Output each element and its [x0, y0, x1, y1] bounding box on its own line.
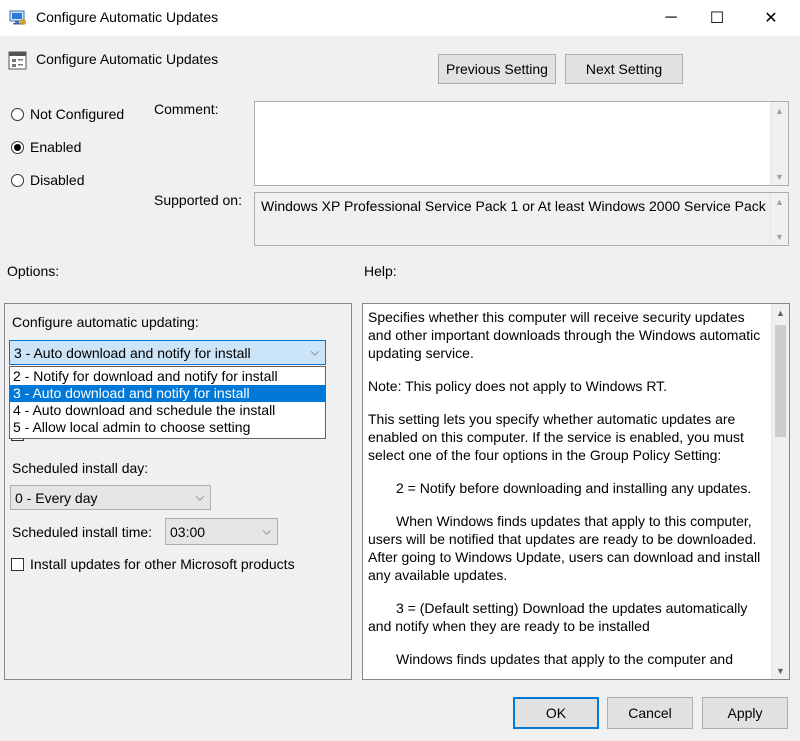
close-icon: ✕ [764, 10, 778, 27]
radio-label: Disabled [30, 172, 85, 188]
radio-not-configured[interactable]: Not Configured [11, 106, 124, 122]
help-paragraph: 3 = (Default setting) Download the updat… [368, 600, 748, 634]
help-paragraph: Specifies whether this computer will rec… [368, 309, 761, 361]
chevron-down-icon: ⌵ [262, 525, 271, 537]
radio-circle[interactable] [11, 107, 24, 121]
window-title: Configure Automatic Updates [36, 9, 219, 25]
scroll-down-icon[interactable]: ▼ [771, 168, 788, 185]
help-text: Specifies whether this computer will rec… [368, 308, 768, 679]
scroll-thumb[interactable] [775, 325, 786, 437]
options-label: Options: [7, 263, 60, 279]
comment-scrollbar[interactable]: ▲ ▼ [770, 102, 788, 185]
radio-circle[interactable] [11, 173, 24, 187]
help-label: Help: [364, 263, 397, 279]
help-scrollbar[interactable]: ▲ ▼ [771, 304, 789, 679]
maximize-icon: ☐ [709, 10, 725, 27]
scroll-down-icon[interactable]: ▼ [771, 228, 788, 245]
close-button[interactable]: ✕ [748, 0, 794, 36]
dropdown-option-selected[interactable]: 3 - Auto download and notify for install [10, 385, 325, 402]
ok-button[interactable]: OK [513, 697, 599, 729]
configure-updating-dropdown: 2 - Notify for download and notify for i… [9, 366, 326, 439]
next-setting-button[interactable]: Next Setting [565, 54, 683, 84]
dropdown-option[interactable]: 2 - Notify for download and notify for i… [10, 368, 325, 385]
minimize-icon: ─ [665, 9, 677, 26]
install-time-label: Scheduled install time: [12, 524, 153, 540]
chevron-down-icon: ⌵ [310, 346, 319, 358]
dropdown-option[interactable]: 5 - Allow local admin to choose setting [10, 419, 325, 436]
title-bar: Configure Automatic Updates ─ ☐ ✕ [0, 0, 800, 36]
maximize-button[interactable]: ☐ [694, 0, 740, 36]
supported-scrollbar[interactable]: ▲ ▼ [770, 193, 788, 245]
configure-updating-value: 3 - Auto download and notify for install [14, 344, 251, 361]
configure-updating-select[interactable]: 3 - Auto download and notify for install… [9, 340, 326, 365]
scroll-up-icon[interactable]: ▲ [772, 304, 789, 321]
comment-label: Comment: [154, 101, 219, 117]
help-paragraph: This setting lets you specify whether au… [368, 411, 744, 463]
install-day-value: 0 - Every day [15, 489, 98, 506]
install-time-value: 03:00 [170, 523, 206, 540]
chevron-down-icon: ⌵ [195, 491, 204, 503]
scroll-up-icon[interactable]: ▲ [771, 102, 788, 119]
help-paragraph: Note: This policy does not apply to Wind… [368, 378, 668, 394]
scroll-up-icon[interactable]: ▲ [771, 193, 788, 210]
help-panel: Specifies whether this computer will rec… [362, 303, 790, 680]
help-paragraph: When Windows finds updates that apply to… [368, 513, 761, 583]
radio-disabled[interactable]: Disabled [11, 172, 84, 188]
radio-circle-selected[interactable] [11, 140, 24, 154]
radio-enabled[interactable]: Enabled [11, 139, 81, 155]
supported-on-value: Windows XP Professional Service Pack 1 o… [261, 198, 778, 214]
help-paragraph: Windows finds updates that apply to the … [396, 651, 733, 667]
radio-label: Enabled [30, 139, 82, 155]
comment-field[interactable]: ▲ ▼ [254, 101, 789, 186]
previous-setting-button[interactable]: Previous Setting [438, 54, 556, 84]
policy-icon [8, 51, 28, 71]
other-products-option[interactable]: Install updates for other Microsoft prod… [11, 556, 295, 572]
cancel-button[interactable]: Cancel [607, 697, 693, 729]
supported-on-label: Supported on: [154, 192, 242, 208]
install-time-select[interactable]: 03:00 ⌵ [165, 518, 278, 545]
other-products-checkbox[interactable] [11, 557, 24, 571]
supported-on-field: Windows XP Professional Service Pack 1 o… [254, 192, 789, 246]
install-day-select[interactable]: 0 - Every day ⌵ [10, 485, 211, 510]
configure-updating-label: Configure automatic updating: [12, 314, 199, 330]
minimize-button[interactable]: ─ [648, 0, 694, 36]
other-products-label: Install updates for other Microsoft prod… [30, 556, 295, 572]
help-paragraph: 2 = Notify before downloading and instal… [396, 480, 752, 496]
apply-button[interactable]: Apply [702, 697, 788, 729]
scroll-down-icon[interactable]: ▼ [772, 662, 789, 679]
comment-value [255, 102, 788, 108]
policy-title: Configure Automatic Updates [36, 51, 219, 67]
radio-label: Not Configured [30, 106, 125, 122]
install-day-label: Scheduled install day: [12, 460, 149, 476]
app-icon [9, 9, 27, 27]
dropdown-option[interactable]: 4 - Auto download and schedule the insta… [10, 402, 325, 419]
